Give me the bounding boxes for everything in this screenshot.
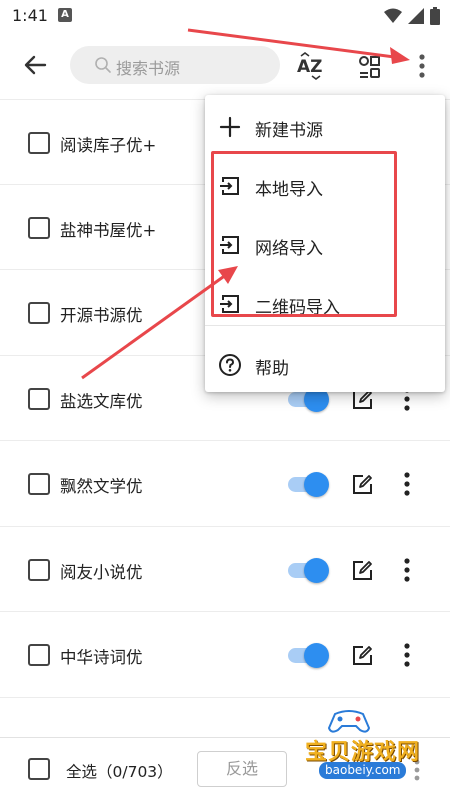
row-checkbox[interactable] — [28, 132, 50, 154]
source-name: 盐选文库优 — [60, 391, 143, 411]
menu-item-help[interactable]: 帮助 — [205, 335, 445, 393]
row-more-icon[interactable] — [400, 642, 414, 668]
search-input[interactable]: 搜索书源 — [70, 46, 280, 84]
row-checkbox[interactable] — [28, 216, 50, 239]
toolbar: 搜索书源 AZ — [0, 32, 450, 98]
enable-toggle[interactable] — [288, 557, 330, 583]
search-icon — [95, 57, 111, 73]
search-placeholder: 搜索书源 — [116, 59, 181, 78]
source-row[interactable]: 阅友小说优 — [0, 527, 450, 612]
menu-item-new-source[interactable]: 新建书源 — [205, 97, 445, 155]
back-arrow-icon[interactable] — [20, 50, 50, 80]
status-time: 1:41 — [12, 6, 48, 25]
status-icons — [384, 7, 440, 25]
notification-icon: A — [58, 8, 72, 22]
enable-toggle[interactable] — [288, 643, 330, 668]
help-icon — [219, 354, 241, 376]
battery-icon — [430, 7, 440, 25]
group-icon[interactable] — [357, 52, 385, 80]
watermark-url: baobeiy.com — [319, 762, 407, 779]
source-row[interactable]: 飘然文学优 — [0, 441, 450, 527]
source-name: 阅读库子优+ — [60, 136, 157, 155]
toggle-knob — [304, 472, 329, 497]
status-bar: 1:41 A — [0, 0, 450, 32]
edit-icon[interactable] — [351, 560, 373, 582]
source-name: 开源书源优 — [60, 306, 143, 325]
row-checkbox[interactable] — [28, 473, 50, 495]
svg-text:AZ: AZ — [297, 57, 322, 77]
menu-item-label: 帮助 — [255, 359, 289, 379]
row-more-icon[interactable] — [400, 471, 414, 497]
more-vertical-icon[interactable] — [412, 52, 432, 80]
watermark-logo: 宝贝游戏网 baobeiy.com — [305, 708, 425, 788]
invert-selection-button[interactable]: 反选 — [197, 751, 287, 787]
edit-icon[interactable] — [351, 645, 373, 667]
source-name: 阅友小说优 — [60, 562, 143, 582]
wifi-icon — [384, 8, 402, 23]
select-all-checkbox[interactable] — [28, 758, 50, 780]
row-checkbox[interactable] — [28, 387, 50, 410]
edit-icon[interactable] — [351, 474, 373, 496]
select-all-label[interactable]: 全选（0/703） — [66, 760, 173, 782]
gamepad-icon — [327, 710, 371, 733]
row-checkbox[interactable] — [28, 302, 50, 324]
plus-icon — [219, 116, 241, 138]
source-name: 中华诗词优 — [60, 648, 143, 667]
source-row[interactable]: 中华诗词优 — [0, 612, 450, 698]
source-name: 飘然文学优 — [60, 477, 143, 496]
signal-icon — [408, 8, 424, 24]
source-name: 盐神书屋优+ — [60, 220, 157, 240]
annotation-highlight-box — [211, 151, 397, 317]
enable-toggle[interactable] — [288, 472, 330, 497]
sort-az-icon[interactable]: AZ — [295, 50, 325, 82]
row-checkbox[interactable] — [28, 644, 50, 666]
row-checkbox[interactable] — [28, 558, 50, 581]
toggle-knob — [304, 557, 329, 583]
menu-divider — [205, 325, 445, 326]
toggle-knob — [304, 643, 329, 668]
menu-item-label: 新建书源 — [255, 121, 323, 141]
row-more-icon[interactable] — [400, 557, 414, 583]
